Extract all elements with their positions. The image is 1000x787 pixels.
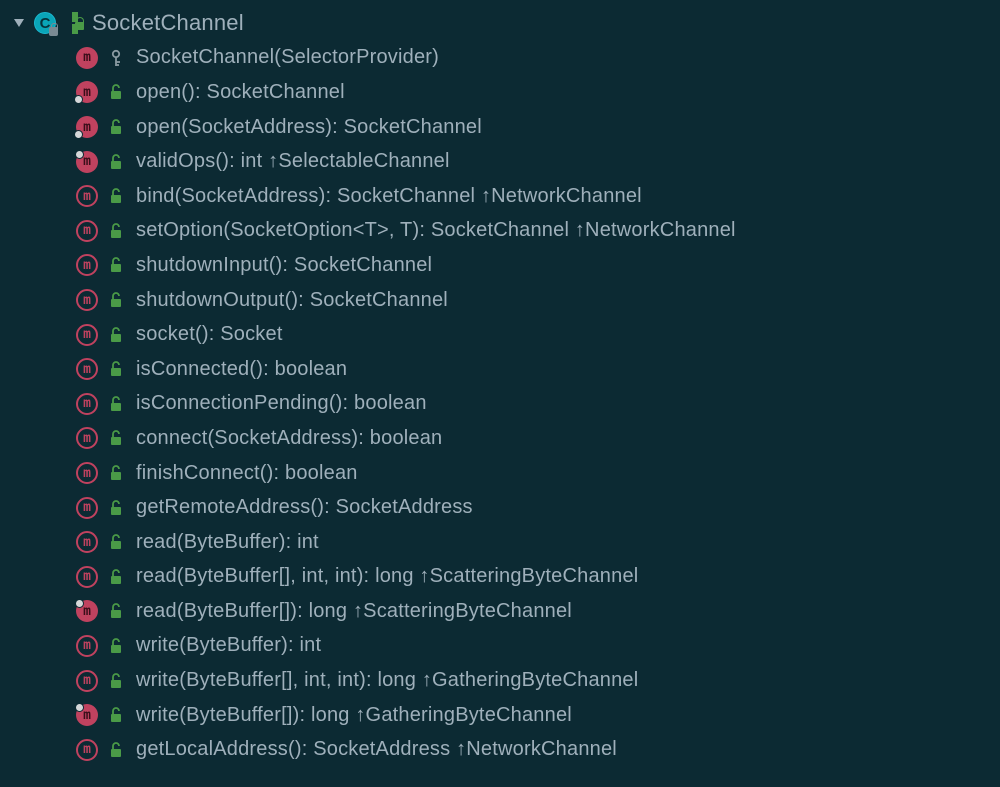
member-row[interactable]: m shutdownInput(): SocketChannel — [0, 248, 1000, 283]
method-icon: m — [76, 566, 98, 588]
member-signature: socket(): Socket — [136, 323, 283, 346]
method-icon: m — [76, 185, 98, 207]
public-lock-icon — [106, 497, 126, 519]
public-lock-icon — [106, 151, 126, 173]
member-signature: connect(SocketAddress): boolean — [136, 427, 442, 450]
member-row[interactable]: m connect(SocketAddress): boolean — [0, 421, 1000, 456]
member-row[interactable]: m getLocalAddress(): SocketAddress ↑Netwo… — [0, 732, 1000, 767]
public-lock-icon — [64, 12, 86, 34]
public-lock-icon — [106, 81, 126, 103]
method-icon: m — [76, 358, 98, 380]
method-icon: m — [76, 739, 98, 761]
expand-triangle-icon[interactable] — [10, 14, 28, 32]
member-signature: getRemoteAddress(): SocketAddress — [136, 496, 473, 519]
method-icon: m — [76, 220, 98, 242]
member-signature: shutdownInput(): SocketChannel — [136, 254, 432, 277]
method-icon: m — [76, 600, 98, 622]
method-icon: m — [76, 324, 98, 346]
public-lock-icon — [106, 185, 126, 207]
member-row[interactable]: m open(): SocketChannel — [0, 75, 1000, 110]
method-icon: m — [76, 151, 98, 173]
member-list: m SocketChannel(SelectorProvider) m open():… — [0, 41, 1000, 767]
member-row[interactable]: m write(ByteBuffer[], int, int): long ↑Ga… — [0, 663, 1000, 698]
public-lock-icon — [106, 670, 126, 692]
member-signature: read(ByteBuffer): int — [136, 531, 319, 554]
member-signature: open(): SocketChannel — [136, 81, 345, 104]
method-icon: m — [76, 393, 98, 415]
public-lock-icon — [106, 635, 126, 657]
public-lock-icon — [106, 324, 126, 346]
member-row[interactable]: m read(ByteBuffer[], int, int): long ↑Sca… — [0, 560, 1000, 595]
member-signature: setOption(SocketOption<T>, T): SocketCha… — [136, 219, 736, 242]
member-row[interactable]: m setOption(SocketOption<T>, T): SocketCh… — [0, 214, 1000, 249]
member-row[interactable]: m socket(): Socket — [0, 317, 1000, 352]
member-row[interactable]: m shutdownOutput(): SocketChannel — [0, 283, 1000, 318]
member-signature: shutdownOutput(): SocketChannel — [136, 289, 448, 312]
public-lock-icon — [106, 600, 126, 622]
public-lock-icon — [106, 566, 126, 588]
member-row[interactable]: m getRemoteAddress(): SocketAddress — [0, 490, 1000, 525]
member-row[interactable]: m isConnected(): boolean — [0, 352, 1000, 387]
class-icon: C — [34, 12, 56, 34]
method-icon: m — [76, 497, 98, 519]
method-icon: m — [76, 81, 98, 103]
public-lock-icon — [106, 289, 126, 311]
public-lock-icon — [106, 116, 126, 138]
member-row[interactable]: m open(SocketAddress): SocketChannel — [0, 110, 1000, 145]
public-lock-icon — [106, 358, 126, 380]
method-icon: m — [76, 635, 98, 657]
member-row[interactable]: m finishConnect(): boolean — [0, 456, 1000, 491]
member-row[interactable]: m read(ByteBuffer): int — [0, 525, 1000, 560]
member-signature: write(ByteBuffer[], int, int): long ↑Gat… — [136, 669, 638, 692]
member-row[interactable]: m isConnectionPending(): boolean — [0, 387, 1000, 422]
protected-key-icon — [106, 47, 126, 69]
public-lock-icon — [106, 704, 126, 726]
member-signature: write(ByteBuffer[]): long ↑GatheringByte… — [136, 704, 572, 727]
member-signature: getLocalAddress(): SocketAddress ↑Networ… — [136, 738, 617, 761]
method-icon: m — [76, 116, 98, 138]
member-row[interactable]: m write(ByteBuffer): int — [0, 629, 1000, 664]
member-signature: SocketChannel(SelectorProvider) — [136, 46, 439, 69]
class-row[interactable]: C SocketChannel — [0, 6, 1000, 41]
method-icon: m — [76, 670, 98, 692]
method-icon: m — [76, 427, 98, 449]
member-row[interactable]: m SocketChannel(SelectorProvider) — [0, 41, 1000, 76]
public-lock-icon — [106, 393, 126, 415]
member-signature: isConnectionPending(): boolean — [136, 392, 427, 415]
member-row[interactable]: m bind(SocketAddress): SocketChannel ↑Net… — [0, 179, 1000, 214]
method-icon: m — [76, 462, 98, 484]
structure-tree: C SocketChannel m SocketChannel(SelectorP… — [0, 0, 1000, 767]
method-icon: m — [76, 289, 98, 311]
class-name: SocketChannel — [92, 10, 244, 36]
member-signature: write(ByteBuffer): int — [136, 634, 321, 657]
public-lock-icon — [106, 531, 126, 553]
member-signature: open(SocketAddress): SocketChannel — [136, 116, 482, 139]
public-lock-icon — [106, 462, 126, 484]
public-lock-icon — [106, 220, 126, 242]
method-icon: m — [76, 704, 98, 726]
member-signature: bind(SocketAddress): SocketChannel ↑Netw… — [136, 185, 642, 208]
member-signature: isConnected(): boolean — [136, 358, 347, 381]
public-lock-icon — [106, 427, 126, 449]
public-lock-icon — [106, 254, 126, 276]
public-lock-icon — [106, 739, 126, 761]
member-signature: read(ByteBuffer[], int, int): long ↑Scat… — [136, 565, 638, 588]
method-icon: m — [76, 47, 98, 69]
member-row[interactable]: m validOps(): int ↑SelectableChannel — [0, 144, 1000, 179]
member-signature: finishConnect(): boolean — [136, 462, 358, 485]
member-row[interactable]: m read(ByteBuffer[]): long ↑ScatteringByt… — [0, 594, 1000, 629]
member-signature: read(ByteBuffer[]): long ↑ScatteringByte… — [136, 600, 572, 623]
method-icon: m — [76, 531, 98, 553]
member-signature: validOps(): int ↑SelectableChannel — [136, 150, 450, 173]
method-icon: m — [76, 254, 98, 276]
member-row[interactable]: m write(ByteBuffer[]): long ↑GatheringByt… — [0, 698, 1000, 733]
